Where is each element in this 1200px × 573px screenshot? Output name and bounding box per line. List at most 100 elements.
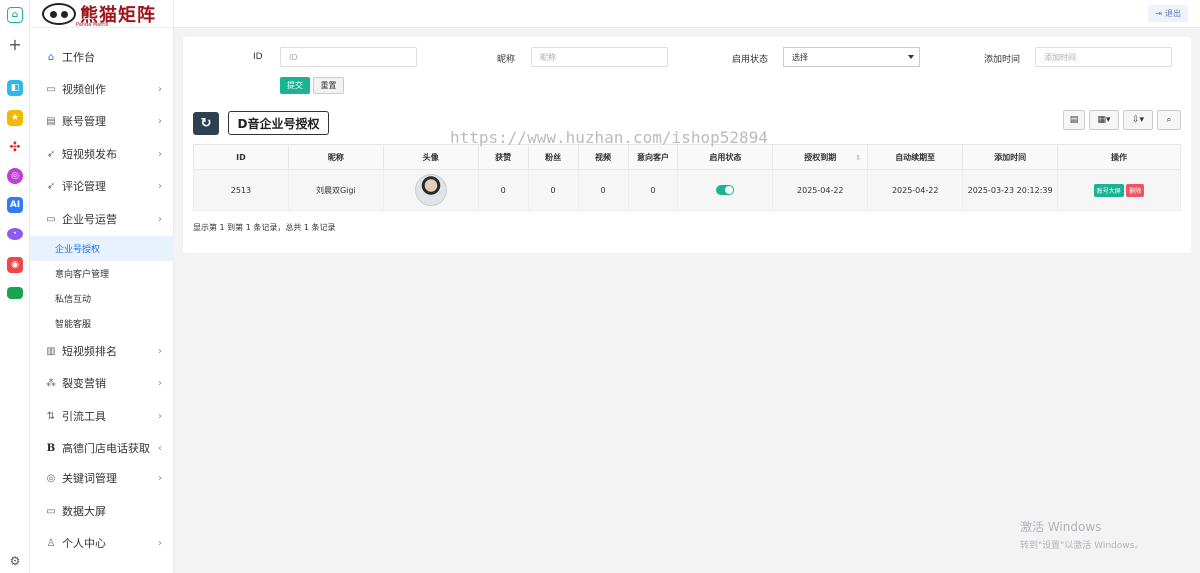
sidebar-item-datascreen[interactable]: ▭ 数据大屏 bbox=[30, 498, 174, 524]
sidebar-item-ranking[interactable]: ▥ 短视频排名 › bbox=[30, 338, 174, 364]
screen-icon: ▭ bbox=[46, 505, 56, 517]
col-renew[interactable]: 自动续期至 bbox=[867, 144, 964, 170]
video-icon: ▭ bbox=[46, 83, 56, 95]
list-view-button[interactable]: ▤ bbox=[1063, 110, 1085, 130]
app-icon-6[interactable]: · bbox=[7, 228, 23, 240]
columns-button[interactable]: ▦▾ bbox=[1089, 110, 1119, 130]
windows-activation-sub: 转到"设置"以激活 Windows。 bbox=[1020, 541, 1144, 551]
chevron-right-icon: › bbox=[158, 148, 162, 160]
status-select[interactable]: 选择 bbox=[783, 47, 920, 67]
tag-icon: ◎ bbox=[46, 472, 56, 484]
bold-b-icon: B bbox=[46, 442, 56, 454]
sidebar-item-video-create[interactable]: ▭ 视频创作 › bbox=[30, 76, 174, 102]
account-icon: ▤ bbox=[46, 115, 56, 127]
sidebar-item-profile[interactable]: ♙ 个人中心 › bbox=[30, 530, 174, 556]
submit-button[interactable]: 提交 bbox=[280, 77, 310, 94]
status-select-value: 选择 bbox=[792, 52, 808, 62]
app-icon-1[interactable]: ◧ bbox=[7, 80, 23, 96]
app-icon-5[interactable]: AI bbox=[7, 197, 23, 213]
sidebar-item-label: 关键词管理 bbox=[62, 472, 117, 485]
col-videos[interactable]: 视频 bbox=[577, 144, 629, 170]
sidebar-item-amap[interactable]: B 高德门店电话获取 ‹ bbox=[30, 435, 174, 461]
refresh-button[interactable]: ↻ bbox=[193, 112, 219, 135]
caret-down-icon bbox=[908, 55, 914, 59]
sidebar-item-publish[interactable]: ➶ 短视频发布 › bbox=[30, 141, 174, 167]
chevron-right-icon: › bbox=[158, 115, 162, 127]
sidebar-item-fission[interactable]: ⁂ 裂变营销 › bbox=[30, 370, 174, 396]
sidebar-item-label: 数据大屏 bbox=[62, 505, 106, 518]
chevron-right-icon: › bbox=[158, 180, 162, 192]
col-added[interactable]: 添加时间 bbox=[962, 144, 1059, 170]
status-toggle[interactable] bbox=[716, 185, 735, 195]
cell-actions: 账号大屏 删除 bbox=[1057, 169, 1181, 211]
col-auth-expiry-label: 授权到期 bbox=[804, 152, 837, 162]
sidebar-subitem-label: 意向客户管理 bbox=[55, 270, 110, 280]
col-avatar[interactable]: 头像 bbox=[382, 144, 479, 170]
sidebar-item-label: 账号管理 bbox=[62, 115, 106, 128]
sidebar-item-label: 短视频发布 bbox=[62, 148, 117, 161]
sidebar-item-label: 工作台 bbox=[62, 51, 95, 64]
sidebar-item-label: 企业号运营 bbox=[62, 213, 117, 226]
chevron-right-icon: › bbox=[158, 410, 162, 422]
cell-leads: 0 bbox=[627, 169, 679, 211]
col-auth-expiry[interactable]: 授权到期 ⇕ bbox=[772, 144, 869, 170]
sidebar-item-accounts[interactable]: ▤ 账号管理 › bbox=[30, 108, 174, 134]
sitemap-icon: ⁂ bbox=[46, 377, 56, 389]
sidebar-item-label: 高德门店电话获取 bbox=[62, 442, 150, 455]
avatar[interactable] bbox=[414, 174, 447, 206]
douyin-auth-button[interactable]: D音企业号授权 bbox=[228, 111, 329, 135]
app-icon-7[interactable]: ◉ bbox=[7, 257, 23, 273]
chevron-right-icon: › bbox=[158, 377, 162, 389]
added-time-input[interactable]: 添加时间 bbox=[1035, 47, 1172, 67]
nickname-input[interactable]: 昵称 bbox=[531, 47, 668, 67]
sidebar-subitem-enterprise-auth[interactable]: 企业号授权 bbox=[30, 236, 174, 261]
add-icon[interactable]: + bbox=[7, 35, 23, 54]
chevron-right-icon: › bbox=[158, 537, 162, 549]
cell-added: 2025-03-23 20:12:39 bbox=[962, 169, 1059, 211]
sidebar-subitem-ai-service[interactable]: 智能客服 bbox=[30, 311, 174, 336]
col-nickname[interactable]: 昵称 bbox=[287, 144, 384, 170]
search-icon: ⌕ bbox=[1166, 115, 1172, 125]
app-icon-2[interactable]: ★ bbox=[7, 110, 23, 126]
app-icon-3[interactable]: ✣ bbox=[7, 139, 23, 155]
app-icon-8[interactable] bbox=[7, 287, 23, 299]
id-input[interactable]: ID bbox=[280, 47, 417, 67]
chevron-right-icon: › bbox=[158, 83, 162, 95]
sidebar-item-keywords[interactable]: ◎ 关键词管理 › bbox=[30, 465, 174, 491]
delete-button[interactable]: 删除 bbox=[1126, 183, 1145, 197]
home-icon[interactable]: ⌂ bbox=[7, 7, 23, 23]
topbar: ⇥ 退出 bbox=[174, 0, 1200, 28]
pagination-info: 显示第 1 到第 1 条记录，总共 1 条记录 bbox=[193, 223, 336, 232]
settings-icon[interactable]: ⚙ bbox=[7, 553, 23, 569]
col-status[interactable]: 启用状态 bbox=[677, 144, 774, 170]
app-icon-4[interactable]: ◎ bbox=[7, 168, 23, 184]
sidebar-subitem-messages[interactable]: 私信互动 bbox=[30, 286, 174, 311]
bar-chart-icon: ▥ bbox=[46, 345, 56, 357]
sidebar-subitem-label: 智能客服 bbox=[55, 320, 92, 330]
sort-icon: ⇅ bbox=[46, 410, 56, 422]
table-row: 2513 刘晨双Gigi 0 0 0 0 2025-04-22 2025-04-… bbox=[193, 169, 1181, 211]
account-screen-button[interactable]: 账号大屏 bbox=[1093, 183, 1124, 197]
status-label: 启用状态 bbox=[732, 55, 769, 65]
logout-button[interactable]: ⇥ 退出 bbox=[1148, 5, 1188, 22]
reset-button[interactable]: 重置 bbox=[313, 77, 344, 94]
col-likes[interactable]: 获赞 bbox=[477, 144, 529, 170]
sidebar-item-label: 评论管理 bbox=[62, 180, 106, 193]
sidebar-subitem-leads[interactable]: 意向客户管理 bbox=[30, 261, 174, 286]
sidebar-item-enterprise[interactable]: ▭ 企业号运营 › bbox=[30, 206, 174, 232]
export-button[interactable]: ⇩▾ bbox=[1123, 110, 1153, 130]
col-fans[interactable]: 粉丝 bbox=[527, 144, 579, 170]
col-leads[interactable]: 意向客户 bbox=[627, 144, 679, 170]
sidebar-subitem-label: 私信互动 bbox=[55, 295, 92, 305]
sidebar-item-traffic[interactable]: ⇅ 引流工具 › bbox=[30, 403, 174, 429]
sidebar-item-label: 视频创作 bbox=[62, 83, 106, 96]
sidebar-item-dashboard[interactable]: ⌂ 工作台 bbox=[30, 44, 174, 70]
cell-renew: 2025-04-22 bbox=[867, 169, 964, 211]
sidebar-item-comments[interactable]: ➶ 评论管理 › bbox=[30, 173, 174, 199]
col-id[interactable]: ID bbox=[193, 144, 289, 170]
sidebar-item-label: 短视频排名 bbox=[62, 345, 117, 358]
table-header-row: ID 昵称 头像 获赞 粉丝 视频 意向客户 启用状态 授权到期 ⇕ 自动续期至 … bbox=[193, 144, 1181, 170]
sort-icon: ⇕ bbox=[855, 154, 862, 162]
logo: 熊猫矩阵 Panda Matrix bbox=[30, 0, 173, 28]
search-button[interactable]: ⌕ bbox=[1157, 110, 1181, 130]
